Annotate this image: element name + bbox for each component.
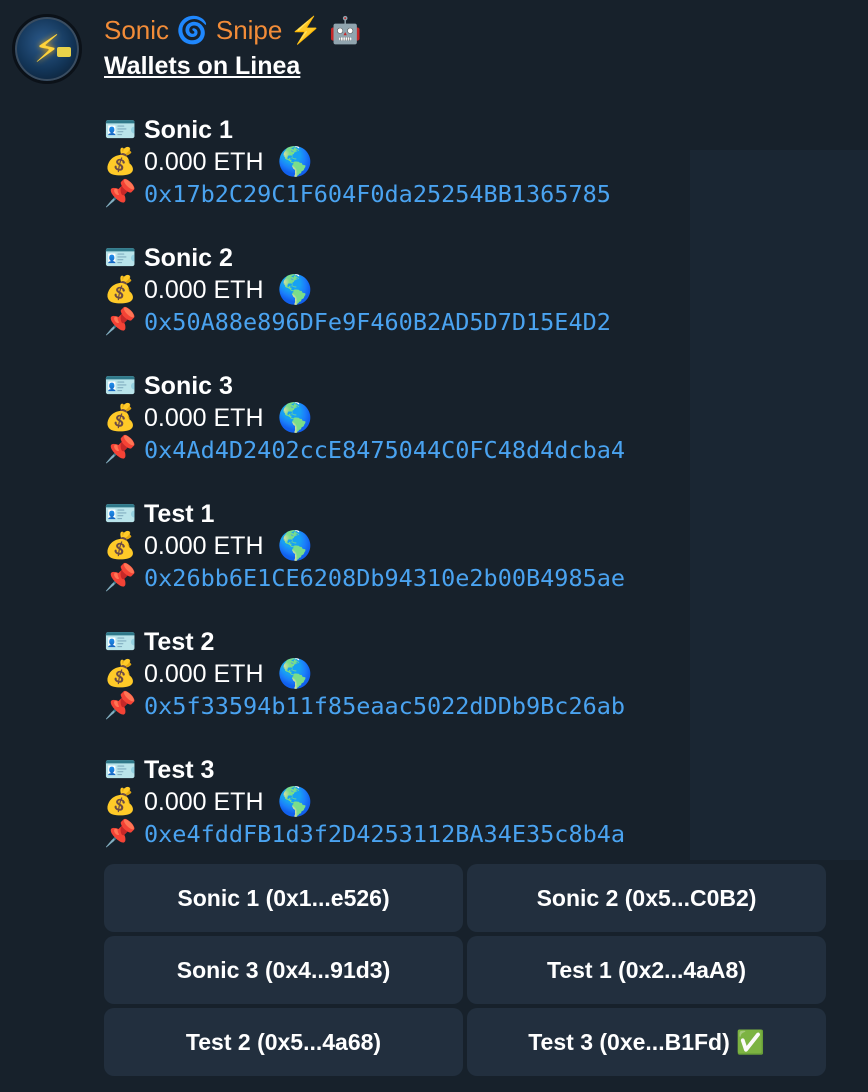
wallet-address[interactable]: 0x26bb6E1CE6208Db94310e2b00B4985ae bbox=[144, 562, 625, 594]
id-card-icon: 🪪 bbox=[104, 755, 137, 785]
wallet-address[interactable]: 0x5f33594b11f85eaac5022dDDb9Bc26ab bbox=[144, 690, 625, 722]
wallet-address-row: 📌 0x26bb6E1CE6208Db94310e2b00B4985ae bbox=[104, 562, 704, 594]
wallet-entry: 🪪 Test 3 💰 0.000 ETH 🌎 📌 0xe4fddFB1d3f2D… bbox=[104, 754, 704, 882]
wallet-name: Test 3 bbox=[144, 756, 215, 784]
wallet-name-row: 🪪 Test 1 bbox=[104, 498, 704, 530]
wallet-entry: 🪪 Test 1 💰 0.000 ETH 🌎 📌 0x26bb6E1CE6208… bbox=[104, 498, 704, 626]
wallet-balance-row: 💰 0.000 ETH 🌎 bbox=[104, 530, 704, 562]
money-bag-icon: 💰 bbox=[104, 659, 137, 689]
bot-avatar[interactable]: ⚡ bbox=[12, 14, 82, 84]
wallet-entry: 🪪 Test 2 💰 0.000 ETH 🌎 📌 0x5f33594b11f85… bbox=[104, 626, 704, 754]
globe-explorer-icon[interactable]: 🌎 bbox=[278, 146, 313, 178]
wallet-name-row: 🪪 Sonic 3 bbox=[104, 370, 704, 402]
globe-explorer-icon[interactable]: 🌎 bbox=[278, 530, 313, 562]
wallet-balance-row: 💰 0.000 ETH 🌎 bbox=[104, 274, 704, 306]
wallet-balance-row: 💰 0.000 ETH 🌎 bbox=[104, 146, 704, 178]
globe-explorer-icon[interactable]: 🌎 bbox=[278, 274, 313, 306]
wallet-address-row: 📌 0x4Ad4D2402ccE8475044C0FC48d4dcba4 bbox=[104, 434, 704, 466]
pushpin-icon: 📌 bbox=[104, 563, 137, 593]
chat-badge-icon bbox=[57, 47, 71, 57]
wallet-balance: 0.000 ETH bbox=[144, 276, 264, 304]
wallet-name: Sonic 3 bbox=[144, 372, 233, 400]
wallet-name-row: 🪪 Test 2 bbox=[104, 626, 704, 658]
wallet-address[interactable]: 0x50A88e896DFe9F460B2AD5D7D15E4D2 bbox=[144, 306, 611, 338]
wallet-name-row: 🪪 Test 3 bbox=[104, 754, 704, 786]
pushpin-icon: 📌 bbox=[104, 307, 137, 337]
wallet-address-row: 📌 0x50A88e896DFe9F460B2AD5D7D15E4D2 bbox=[104, 306, 704, 338]
wallet-balance: 0.000 ETH bbox=[144, 404, 264, 432]
id-card-icon: 🪪 bbox=[104, 627, 137, 657]
wallet-address[interactable]: 0xe4fddFB1d3f2D4253112BA34E35c8b4a bbox=[144, 818, 625, 850]
money-bag-icon: 💰 bbox=[104, 787, 137, 817]
id-card-icon: 🪪 bbox=[104, 243, 137, 273]
money-bag-icon: 💰 bbox=[104, 403, 137, 433]
inline-keyboard: Sonic 1 (0x1...e526) Sonic 2 (0x5...C0B2… bbox=[104, 864, 826, 1076]
message-bubble-background bbox=[690, 150, 868, 860]
wallet-button-sonic-1[interactable]: Sonic 1 (0x1...e526) bbox=[104, 864, 463, 932]
wallet-name-row: 🪪 Sonic 2 bbox=[104, 242, 704, 274]
wallet-address-row: 📌 0xe4fddFB1d3f2D4253112BA34E35c8b4a bbox=[104, 818, 704, 850]
wallet-entry: 🪪 Sonic 2 💰 0.000 ETH 🌎 📌 0x50A88e896DFe… bbox=[104, 242, 704, 370]
pushpin-icon: 📌 bbox=[104, 819, 137, 849]
wallet-address-row: 📌 0x17b2C29C1F604F0da25254BB1365785 bbox=[104, 178, 704, 210]
message-title: Wallets on Linea bbox=[104, 52, 301, 80]
message-header: Sonic 🌀 Snipe ⚡ 🤖 Wallets on Linea bbox=[104, 12, 362, 84]
globe-explorer-icon[interactable]: 🌎 bbox=[278, 786, 313, 818]
wallet-balance: 0.000 ETH bbox=[144, 660, 264, 688]
wallet-balance: 0.000 ETH bbox=[144, 532, 264, 560]
wallet-address[interactable]: 0x17b2C29C1F604F0da25254BB1365785 bbox=[144, 178, 611, 210]
wallet-balance-row: 💰 0.000 ETH 🌎 bbox=[104, 402, 704, 434]
wallet-balance: 0.000 ETH bbox=[144, 788, 264, 816]
money-bag-icon: 💰 bbox=[104, 531, 137, 561]
chat-view: ⚡ Sonic 🌀 Snipe ⚡ 🤖 Wallets on Linea 🪪 S… bbox=[0, 0, 868, 1092]
wallet-button-test-2[interactable]: Test 2 (0x5...4a68) bbox=[104, 1008, 463, 1076]
id-card-icon: 🪪 bbox=[104, 499, 137, 529]
wallet-name: Test 2 bbox=[144, 628, 215, 656]
pushpin-icon: 📌 bbox=[104, 179, 137, 209]
wallet-name: Sonic 2 bbox=[144, 244, 233, 272]
pushpin-icon: 📌 bbox=[104, 435, 137, 465]
wallet-button-sonic-3[interactable]: Sonic 3 (0x4...91d3) bbox=[104, 936, 463, 1004]
wallet-list: 🪪 Sonic 1 💰 0.000 ETH 🌎 📌 0x17b2C29C1F60… bbox=[104, 114, 704, 882]
globe-explorer-icon[interactable]: 🌎 bbox=[278, 402, 313, 434]
wallet-balance-row: 💰 0.000 ETH 🌎 bbox=[104, 658, 704, 690]
id-card-icon: 🪪 bbox=[104, 115, 137, 145]
wallet-name: Test 1 bbox=[144, 500, 215, 528]
id-card-icon: 🪪 bbox=[104, 371, 137, 401]
bot-name[interactable]: Sonic 🌀 Snipe ⚡ 🤖 bbox=[104, 12, 362, 48]
money-bag-icon: 💰 bbox=[104, 147, 137, 177]
wallet-address-row: 📌 0x5f33594b11f85eaac5022dDDb9Bc26ab bbox=[104, 690, 704, 722]
wallet-entry: 🪪 Sonic 3 💰 0.000 ETH 🌎 📌 0x4Ad4D2402ccE… bbox=[104, 370, 704, 498]
wallet-name: Sonic 1 bbox=[144, 116, 233, 144]
wallet-balance: 0.000 ETH bbox=[144, 148, 264, 176]
wallet-button-test-1[interactable]: Test 1 (0x2...4aA8) bbox=[467, 936, 826, 1004]
wallet-balance-row: 💰 0.000 ETH 🌎 bbox=[104, 786, 704, 818]
wallet-button-test-3[interactable]: Test 3 (0xe...B1Fd) ✅ bbox=[467, 1008, 826, 1076]
wallet-entry: 🪪 Sonic 1 💰 0.000 ETH 🌎 📌 0x17b2C29C1F60… bbox=[104, 114, 704, 242]
pushpin-icon: 📌 bbox=[104, 691, 137, 721]
money-bag-icon: 💰 bbox=[104, 275, 137, 305]
wallet-button-sonic-2[interactable]: Sonic 2 (0x5...C0B2) bbox=[467, 864, 826, 932]
wallet-address[interactable]: 0x4Ad4D2402ccE8475044C0FC48d4dcba4 bbox=[144, 434, 625, 466]
wallet-name-row: 🪪 Sonic 1 bbox=[104, 114, 704, 146]
globe-explorer-icon[interactable]: 🌎 bbox=[278, 658, 313, 690]
